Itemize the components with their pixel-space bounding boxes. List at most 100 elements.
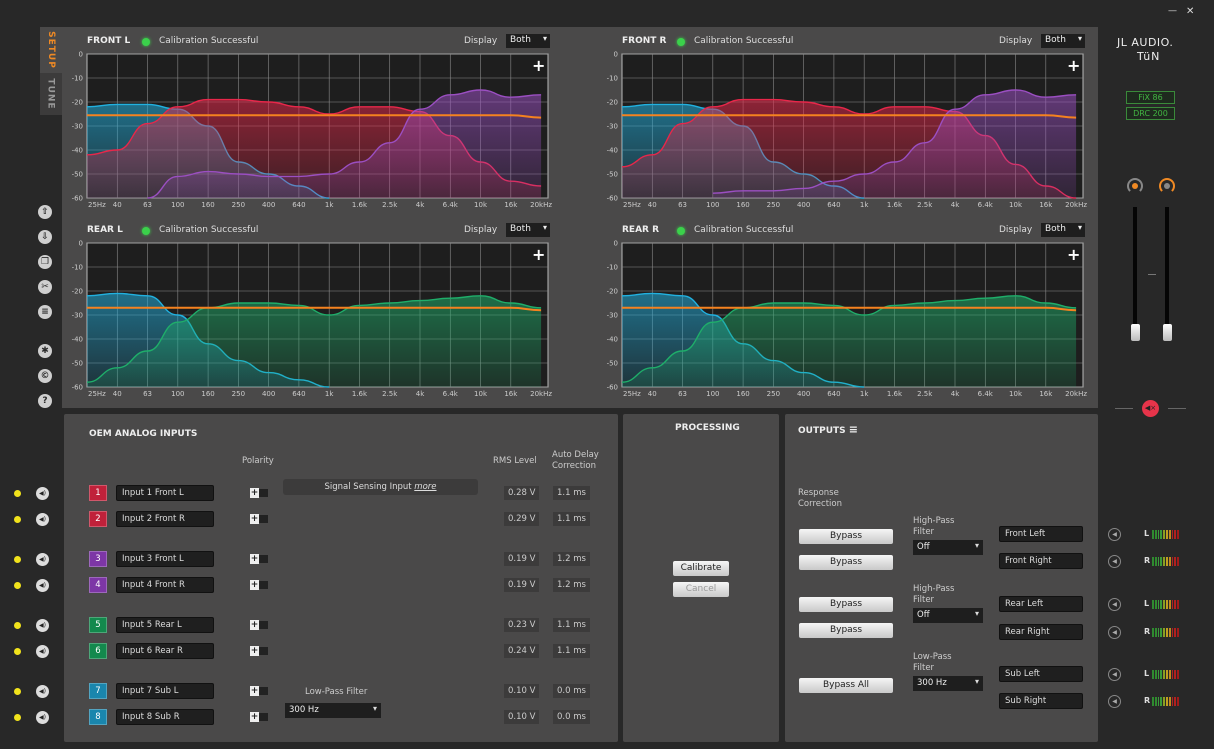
mute-icon[interactable]: ◀× — [1142, 400, 1159, 417]
speaker-icon[interactable]: ◀) — [36, 711, 49, 724]
input-name-field[interactable]: Input 3 Front L — [116, 551, 214, 567]
output-speaker-icon[interactable]: ◀ — [1108, 695, 1121, 708]
speaker-icon[interactable]: ◀) — [36, 645, 49, 658]
input-lpf-select[interactable]: 300 Hz — [285, 703, 381, 718]
lpf-sub-select[interactable]: 300 Hz — [913, 676, 983, 691]
polarity-toggle[interactable]: + — [250, 554, 268, 564]
hpf-front-select[interactable]: Off — [913, 540, 983, 555]
plus-icon[interactable]: + — [1067, 56, 1080, 75]
input-name-field[interactable]: Input 8 Sub R — [116, 709, 214, 725]
tab-setup[interactable]: SETUP — [40, 27, 62, 73]
input-name-field[interactable]: Input 7 Sub L — [116, 683, 214, 699]
speaker-icon[interactable]: ◀) — [36, 513, 49, 526]
app-window: — ✕ JL AUDIO. TüN FiX 86 DRC 200 SETUP T… — [0, 0, 1214, 749]
output-name-field[interactable]: Sub Left — [999, 666, 1083, 682]
output-name-field[interactable]: Rear Left — [999, 596, 1083, 612]
output-name-field[interactable]: Front Right — [999, 553, 1083, 569]
polarity-toggle[interactable]: + — [250, 580, 268, 590]
download-icon[interactable]: ⇩ — [38, 230, 52, 244]
chart-plot[interactable]: 0 -10 -20 -30 -40 -50 -60 25Hz 40 63 100 160 250 400 6… — [62, 219, 562, 399]
chart-plot[interactable]: 0 -10 -20 -30 -40 -50 -60 25Hz 40 63 100 160 250 400 6… — [597, 219, 1097, 399]
minimize-icon[interactable]: — — [1168, 6, 1177, 16]
list-icon[interactable]: ≡ — [38, 305, 52, 319]
brand-product: TüN — [1137, 50, 1161, 63]
speaker-icon[interactable]: ◀) — [36, 553, 49, 566]
output-speaker-icon[interactable]: ◀ — [1108, 528, 1121, 541]
plus-icon[interactable]: + — [532, 56, 545, 75]
plus-icon[interactable]: + — [532, 245, 545, 264]
output-level-knob-icon[interactable] — [1159, 178, 1175, 194]
meter-segment — [1177, 600, 1179, 609]
input-name-field[interactable]: Input 2 Front R — [116, 511, 214, 527]
upload-icon[interactable]: ⇧ — [38, 205, 52, 219]
response-chart-front-l: FRONT L Calibration Successful Display Both… — [62, 30, 562, 210]
polarity-toggle[interactable]: + — [250, 620, 268, 630]
chart-plot[interactable]: 0 -10 -20 -30 -40 -50 -60 25Hz 40 63 100 160 250 400 6… — [597, 30, 1097, 210]
polarity-toggle[interactable]: + — [250, 686, 268, 696]
speaker-icon[interactable]: ◀) — [36, 619, 49, 632]
input-number-badge: 8 — [89, 709, 107, 725]
input-name-field[interactable]: Input 6 Rear R — [116, 643, 214, 659]
speaker-icon[interactable]: ◀) — [36, 685, 49, 698]
speaker-icon[interactable]: ◀) — [36, 487, 49, 500]
outputs-menu-icon[interactable]: ≡ — [849, 423, 858, 436]
output-name-field[interactable]: Sub Right — [999, 693, 1083, 709]
fader-left-track[interactable] — [1133, 207, 1137, 339]
gear-icon[interactable]: ✱ — [38, 344, 52, 358]
fader-left-handle[interactable] — [1131, 324, 1140, 341]
level-meter — [1152, 530, 1179, 539]
x-tick-label: 63 — [143, 390, 152, 398]
fader-right-track[interactable] — [1165, 207, 1169, 339]
calibrate-button[interactable]: Calibrate — [673, 561, 729, 576]
polarity-switch — [259, 555, 268, 563]
output-speaker-icon[interactable]: ◀ — [1108, 555, 1121, 568]
meter-segment — [1157, 600, 1160, 609]
input-name-field[interactable]: Input 5 Rear L — [116, 617, 214, 633]
x-tick-label: 25Hz — [88, 201, 106, 209]
input-level-knob-icon[interactable] — [1127, 178, 1143, 194]
input-number-badge: 3 — [89, 551, 107, 567]
close-icon[interactable]: ✕ — [1186, 6, 1194, 17]
output-speaker-icon[interactable]: ◀ — [1108, 598, 1121, 611]
speaker-icon[interactable]: ◀) — [36, 579, 49, 592]
signal-sensing-label: Signal Sensing Input — [324, 482, 415, 492]
output-name-field[interactable]: Front Left — [999, 526, 1083, 542]
fader-right-handle[interactable] — [1163, 324, 1172, 341]
input-name-field[interactable]: Input 1 Front L — [116, 485, 214, 501]
level-meter — [1152, 600, 1179, 609]
polarity-switch — [259, 647, 268, 655]
meter-segment — [1165, 670, 1168, 679]
bypass-rear-left-button[interactable]: Bypass — [799, 597, 893, 612]
polarity-toggle[interactable]: + — [250, 712, 268, 722]
polarity-toggle[interactable]: + — [250, 488, 268, 498]
output-name-field[interactable]: Rear Right — [999, 624, 1083, 640]
tab-tune[interactable]: TUNE — [40, 73, 62, 115]
bypass-front-left-button[interactable]: Bypass — [799, 529, 893, 544]
copy-icon[interactable]: ❐ — [38, 255, 52, 269]
mute-divider-right — [1168, 408, 1186, 409]
chart-plot[interactable]: 0 -10 -20 -30 -40 -50 -60 25Hz 40 63 100 160 250 400 6… — [62, 30, 562, 210]
output-speaker-icon[interactable]: ◀ — [1108, 668, 1121, 681]
hpf-rear-select[interactable]: Off — [913, 608, 983, 623]
delay-value: 1.1 ms — [553, 618, 590, 632]
bypass-all-button[interactable]: Bypass All — [799, 678, 893, 693]
plus-icon[interactable]: + — [1067, 245, 1080, 264]
delay-value: 1.2 ms — [553, 552, 590, 566]
polarity-toggle[interactable]: + — [250, 646, 268, 656]
signal-sensing-more-link[interactable]: more — [414, 482, 436, 492]
signal-sensing-button[interactable]: Signal Sensing Input more — [283, 479, 478, 495]
signal-led — [14, 582, 21, 589]
copyright-icon[interactable]: © — [38, 369, 52, 383]
meter-segment — [1160, 670, 1163, 679]
tools-icon[interactable]: ✂ — [38, 280, 52, 294]
y-tick-label: 0 — [614, 240, 618, 248]
help-icon[interactable]: ? — [38, 394, 52, 408]
rms-level-value: 0.29 V — [504, 512, 540, 526]
output-speaker-icon[interactable]: ◀ — [1108, 626, 1121, 639]
input-name-field[interactable]: Input 4 Front R — [116, 577, 214, 593]
bypass-front-right-button[interactable]: Bypass — [799, 555, 893, 570]
bypass-rear-right-button[interactable]: Bypass — [799, 623, 893, 638]
cancel-button[interactable]: Cancel — [673, 582, 729, 597]
polarity-toggle[interactable]: + — [250, 514, 268, 524]
x-tick-label: 640 — [827, 390, 840, 398]
